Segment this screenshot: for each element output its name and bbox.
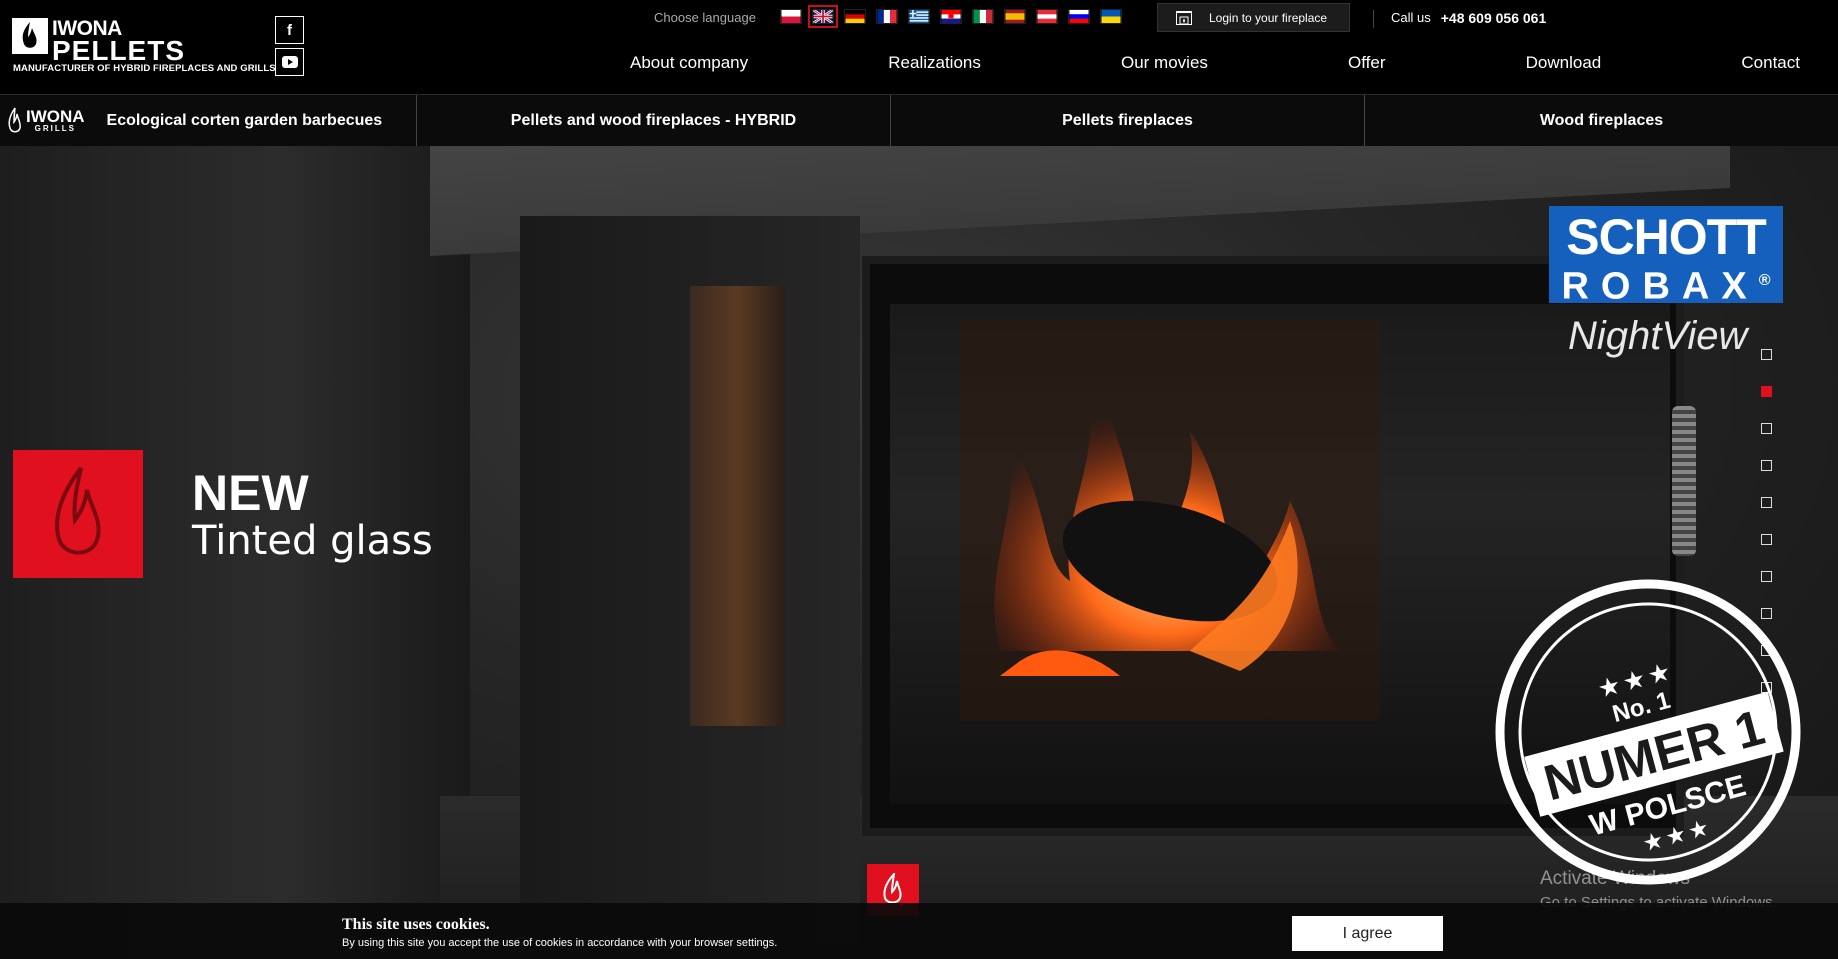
- facebook-link[interactable]: f: [275, 16, 304, 44]
- flame-logo-icon: [12, 18, 48, 54]
- slide-dot-1[interactable]: [1761, 349, 1772, 360]
- fireplace-side-glass: [690, 286, 785, 726]
- hero-slider: NEW Tinted glass SCHOTT ROBAX® NightView…: [0, 146, 1838, 959]
- flag-en-icon[interactable]: [808, 5, 838, 28]
- slide-dot-2[interactable]: [1761, 386, 1772, 397]
- slide-dot-5[interactable]: [1761, 497, 1772, 508]
- fireplace-door-handle: [1672, 406, 1696, 556]
- slide-dot-4[interactable]: [1761, 460, 1772, 471]
- iwona-grills-logo: IWONA GRILLS: [8, 107, 85, 135]
- nav-our-movies[interactable]: Our movies: [1121, 53, 1208, 73]
- nav-about-company[interactable]: About company: [630, 53, 748, 73]
- cookie-text: By using this site you accept the use of…: [342, 937, 778, 949]
- category-corten-barbecues[interactable]: IWONA GRILLS Ecological corten garden ba…: [0, 95, 417, 146]
- category-pellets-fireplaces[interactable]: Pellets fireplaces: [891, 95, 1365, 146]
- flag-es-icon[interactable]: [1004, 9, 1026, 24]
- logo-bottom-text: PELLETS: [52, 35, 186, 66]
- grills-logo-top: IWONA: [26, 107, 85, 126]
- flag-fr-icon[interactable]: [876, 9, 898, 24]
- robax-text: ROBAX: [1561, 265, 1759, 308]
- category-wood-fireplaces[interactable]: Wood fireplaces: [1365, 95, 1838, 146]
- login-label: Login to your fireplace: [1209, 10, 1328, 25]
- slide-dot-3[interactable]: [1761, 423, 1772, 434]
- activate-line-1: Activate Windows: [1540, 868, 1690, 889]
- grills-logo-bottom: GRILLS: [34, 124, 76, 133]
- facebook-icon: f: [287, 21, 292, 39]
- hero-title: NEW: [192, 465, 309, 521]
- call-us: Call us +48 609 056 061: [1391, 10, 1546, 26]
- flag-si-icon[interactable]: [1068, 9, 1090, 24]
- phone-number[interactable]: +48 609 056 061: [1441, 10, 1547, 26]
- nav-realizations[interactable]: Realizations: [888, 53, 981, 73]
- header: IWONA PELLETS MANUFACTURER OF HYBRID FIR…: [0, 0, 1838, 94]
- numer-1-stamp: ★ ★ ★ No. 1 NUMER 1 W POLSCE ★ ★ ★: [1495, 579, 1801, 885]
- login-button[interactable]: Login to your fireplace: [1157, 3, 1350, 32]
- schott-robax-logo: SCHOTT ROBAX®: [1549, 206, 1783, 306]
- agree-button[interactable]: I agree: [1292, 916, 1443, 951]
- flag-gr-icon[interactable]: [908, 9, 930, 24]
- main-nav: About company Realizations Our movies Of…: [630, 53, 1800, 73]
- flag-it-icon[interactable]: [972, 9, 994, 24]
- cookie-bar: This site uses cookies. By using this si…: [0, 903, 1838, 959]
- category-bar: IWONA GRILLS Ecological corten garden ba…: [0, 94, 1838, 146]
- registered-mark: ®: [1758, 272, 1771, 289]
- flag-hr-icon[interactable]: [940, 9, 962, 24]
- nav-contact[interactable]: Contact: [1741, 53, 1800, 73]
- category-label: Ecological corten garden barbecues: [106, 111, 383, 129]
- youtube-icon: [281, 56, 298, 68]
- cookie-title: This site uses cookies.: [342, 916, 490, 933]
- slide-dot-6[interactable]: [1761, 534, 1772, 545]
- flame-icon: [55, 466, 101, 555]
- nightview-label: NightView: [1568, 314, 1748, 358]
- flag-de-icon[interactable]: [844, 9, 866, 24]
- youtube-link[interactable]: [275, 48, 304, 76]
- new-flame-badge: [13, 450, 143, 578]
- choose-language-label: Choose language: [654, 10, 756, 25]
- grills-flame-icon: [8, 107, 21, 132]
- fire-flames-image: [960, 321, 1380, 721]
- iwona-pellets-logo[interactable]: IWONA PELLETS: [12, 18, 185, 65]
- category-hybrid-fireplaces[interactable]: Pellets and wood fireplaces - HYBRID: [417, 95, 891, 146]
- scroll-flame-icon: [883, 873, 902, 904]
- brand-tagline: MANUFACTURER OF HYBRID FIREPLACES AND GR…: [13, 63, 276, 74]
- schott-text: SCHOTT: [1566, 209, 1767, 265]
- nav-download[interactable]: Download: [1526, 53, 1602, 73]
- flag-pl-icon[interactable]: [780, 9, 802, 24]
- language-flags: [780, 5, 1122, 28]
- header-divider: [1373, 10, 1374, 28]
- fireplace-icon: [1176, 10, 1192, 25]
- flag-at-icon[interactable]: [1036, 9, 1058, 24]
- call-label: Call us: [1391, 10, 1431, 25]
- nav-offer[interactable]: Offer: [1348, 53, 1385, 73]
- flag-ua-icon[interactable]: [1100, 9, 1122, 24]
- hero-subtitle: Tinted glass: [192, 518, 433, 564]
